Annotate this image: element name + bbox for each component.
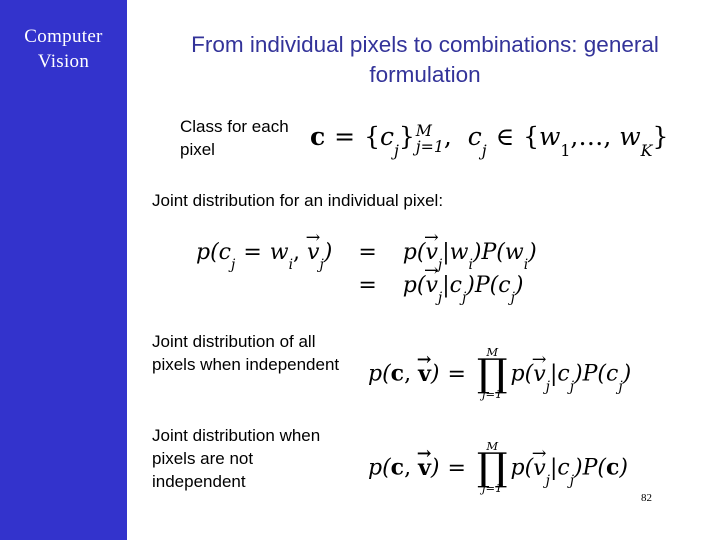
label-joint-distribution-not-independent: Joint distribution when pixels are not i… xyxy=(152,426,321,491)
formula-class-w-last: wK xyxy=(619,122,653,161)
label-class-for-each-pixel: Class for each pixel xyxy=(180,117,289,159)
label-joint-distribution-single-pixel: Joint distribution for an individual pix… xyxy=(152,191,444,210)
sidebar-brand-label: Computer Vision xyxy=(0,24,127,74)
formula-joint-single-lhs-2 xyxy=(196,265,358,298)
formula-joint-dependent: p(c, v →) = M ∏ j=1 p(v → j|cj)P(c) xyxy=(368,439,628,496)
formula-joint-single-row-1: p(cj = wi, v → j) = p(v → j|wi)P(wi) xyxy=(196,227,537,273)
formula-class-w-first: w1 xyxy=(538,122,571,161)
page-title: From individual pixels to combinations: … xyxy=(191,32,659,87)
formula-indep-product-operator: M ∏ j=1 xyxy=(476,345,508,402)
formula-joint-independent: p(c, v →) = M ∏ j=1 p(v → j|cj)P(cj) xyxy=(368,345,632,402)
label-joint-distribution-independent: Joint distribution of all pixels when in… xyxy=(152,332,340,374)
page-number: 82 xyxy=(641,492,652,504)
formula-joint-single-rhs-1: p(v → j|wi)P(wi) xyxy=(402,227,537,273)
formula-joint-single-relation-1: = xyxy=(358,240,377,265)
slide-canvas: Computer Vision From individual pixels t… xyxy=(0,0,720,540)
formula-joint-single-pixel: p(cj = wi, v → j) = p(v → j|wi)P(wi) = p(v → j… xyxy=(196,227,537,305)
formula-joint-single-relation-2: = xyxy=(358,273,377,298)
sidebar-brand-line-2: Vision xyxy=(37,51,90,72)
formula-joint-single-align-table: p(cj = wi, v → j) = p(v → j|wi)P(wi) = p(v → j… xyxy=(196,227,537,305)
formula-class-element-j: cj xyxy=(467,122,487,161)
formula-joint-single-lhs: p(cj = wi, v → j) xyxy=(196,227,333,273)
formula-class-limits: Mj=1 xyxy=(415,121,444,157)
formula-class-element: cj xyxy=(379,122,399,161)
sidebar-brand-line-1: Computer xyxy=(24,26,103,47)
sidebar-brand-bar: Computer Vision xyxy=(0,0,127,540)
formula-joint-single-row-2: = p(v → j|cj)P(cj) xyxy=(196,262,537,305)
formula-class-vector-c: c xyxy=(310,122,326,151)
formula-dep-product-operator: M ∏ j=1 xyxy=(476,439,508,496)
formula-class-definition: c = {cj} Mj=1, cj ∈ {w1,…, wK} xyxy=(310,121,669,161)
